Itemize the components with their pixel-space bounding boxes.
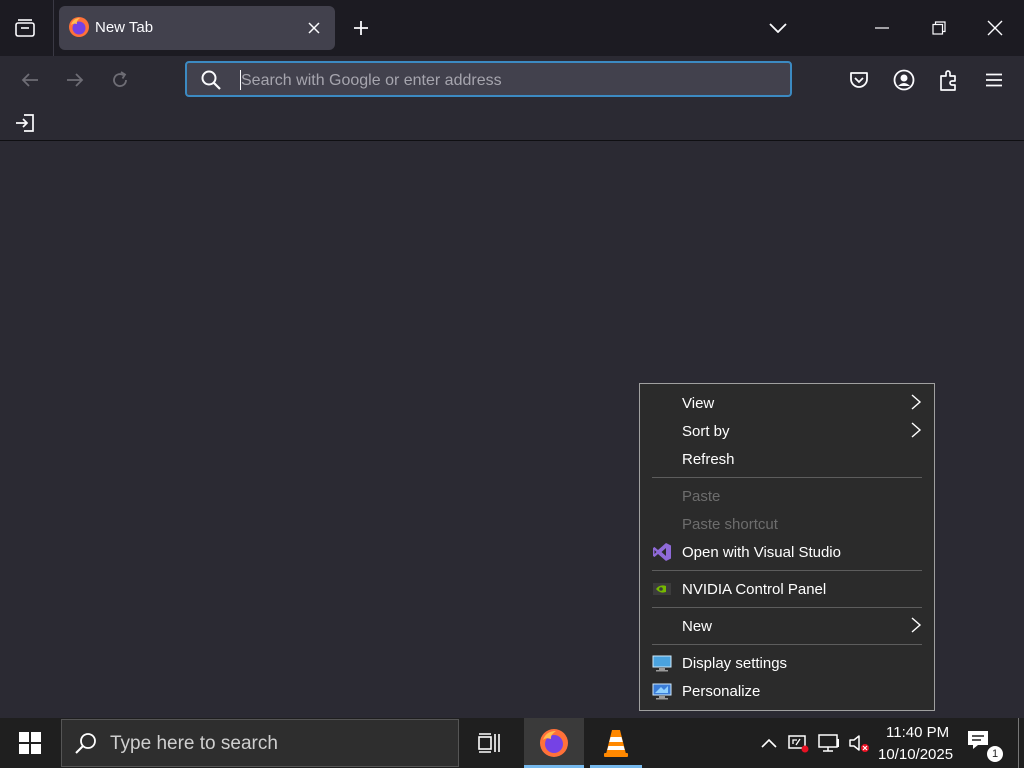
close-icon: [308, 22, 320, 34]
chevron-right-icon: [911, 617, 922, 633]
list-all-tabs-button[interactable]: [762, 12, 794, 44]
menu-item-display-settings[interactable]: Display settings: [682, 655, 787, 672]
menu-separator: [652, 644, 922, 645]
nvidia-icon: [653, 583, 671, 595]
menu-item-paste-shortcut: Paste shortcut: [682, 516, 778, 533]
close-icon: [987, 20, 1003, 36]
forward-button[interactable]: [59, 64, 91, 96]
back-button[interactable]: [14, 64, 46, 96]
restore-button[interactable]: [914, 6, 964, 50]
chevron-down-icon: [769, 23, 787, 33]
firefox-view-icon: [15, 19, 35, 37]
account-button[interactable]: [888, 64, 920, 96]
chevron-right-icon: [911, 394, 922, 410]
pocket-icon: [850, 72, 868, 88]
address-bar-placeholder: Search with Google or enter address: [241, 72, 502, 89]
chevron-up-icon: [761, 738, 777, 748]
new-tab-button[interactable]: [345, 12, 377, 44]
arrow-right-icon: [67, 73, 84, 87]
firefox-icon: [68, 16, 90, 38]
minimize-button[interactable]: [857, 6, 907, 50]
restore-icon: [932, 21, 946, 35]
menu-separator: [652, 570, 922, 571]
search-icon: [200, 69, 222, 91]
clock-time[interactable]: 11:40 PM: [886, 724, 949, 741]
windows-logo-icon: [19, 732, 41, 754]
menu-item-personalize[interactable]: Personalize: [682, 683, 760, 700]
pocket-button[interactable]: [843, 64, 875, 96]
notification-count-badge: 1: [986, 745, 1004, 763]
vlc-icon: [604, 730, 628, 757]
menu-item-nvidia-control-panel[interactable]: NVIDIA Control Panel: [682, 581, 826, 598]
display-settings-icon: [652, 655, 672, 672]
bookmarks-toolbar: [0, 106, 1024, 141]
menu-item-refresh[interactable]: Refresh: [682, 451, 735, 468]
text-cursor: [240, 70, 241, 90]
firefox-view-button[interactable]: [5, 8, 45, 48]
volume-button[interactable]: [847, 731, 871, 755]
plus-icon: [354, 21, 368, 35]
personalize-icon: [652, 683, 672, 700]
network-adapter-icon: [788, 735, 809, 753]
tab-strip-divider: [53, 0, 54, 56]
app-menu-button[interactable]: [978, 64, 1010, 96]
menu-item-new[interactable]: New: [682, 618, 712, 635]
visual-studio-icon: [653, 543, 671, 561]
window-close-button[interactable]: [970, 6, 1020, 50]
account-icon: [893, 69, 915, 91]
menu-item-sort-by[interactable]: Sort by: [682, 423, 730, 440]
reload-button[interactable]: [104, 64, 136, 96]
search-icon: [74, 731, 98, 755]
menu-separator: [652, 607, 922, 608]
show-hidden-icons-button[interactable]: [757, 731, 781, 755]
taskbar-vlc-button[interactable]: [588, 718, 644, 768]
task-view-icon: [478, 733, 500, 753]
tray-app-button[interactable]: [787, 731, 811, 755]
taskbar-search-placeholder: Type here to search: [110, 733, 278, 754]
menu-separator: [652, 477, 922, 478]
extensions-button[interactable]: [933, 64, 965, 96]
import-bookmarks-button[interactable]: [10, 109, 40, 137]
volume-muted-icon: [849, 735, 869, 752]
firefox-icon: [540, 729, 568, 757]
clock-date[interactable]: 10/10/2025: [878, 746, 953, 763]
menu-item-view[interactable]: View: [682, 395, 714, 412]
extensions-icon: [940, 70, 956, 91]
menu-item-paste: Paste: [682, 488, 721, 505]
import-icon: [16, 114, 34, 132]
menu-item-open-with-visual-studio[interactable]: Open with Visual Studio: [682, 544, 841, 561]
network-icon: [818, 734, 839, 752]
start-button[interactable]: [0, 718, 60, 768]
network-button[interactable]: [817, 731, 841, 755]
taskbar-firefox-button[interactable]: [524, 718, 584, 768]
hamburger-menu-icon: [986, 73, 1002, 87]
chevron-right-icon: [911, 422, 922, 438]
arrow-left-icon: [21, 73, 38, 87]
tab-close-button[interactable]: [301, 15, 327, 41]
minimize-icon: [875, 27, 889, 29]
task-view-button[interactable]: [466, 718, 514, 768]
tab-title: New Tab: [95, 19, 154, 36]
reload-icon: [113, 71, 127, 87]
show-desktop-button[interactable]: [1018, 718, 1019, 768]
